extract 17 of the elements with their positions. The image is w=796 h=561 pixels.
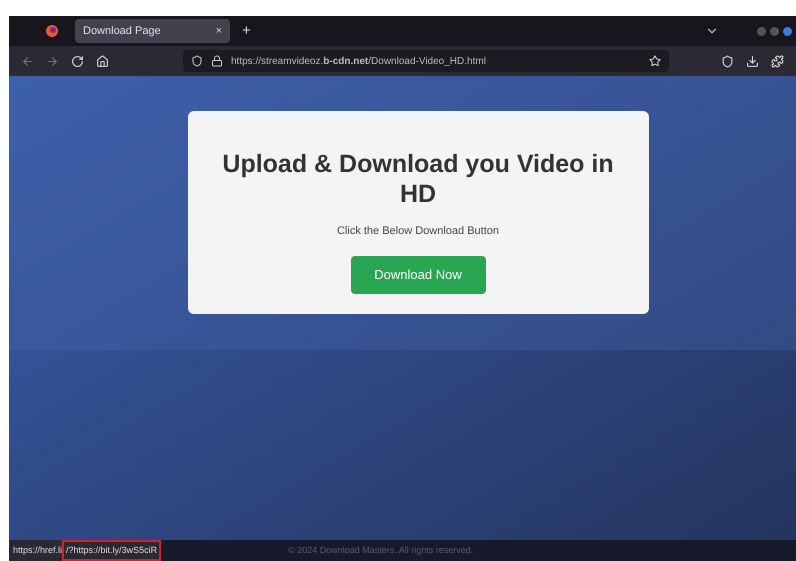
- bookmark-star-icon[interactable]: [649, 55, 661, 67]
- download-icon[interactable]: [746, 54, 759, 68]
- home-icon[interactable]: [96, 54, 109, 68]
- extensions-icon[interactable]: [771, 54, 784, 68]
- lock-icon[interactable]: [211, 55, 223, 67]
- close-icon[interactable]: ×: [216, 22, 222, 40]
- new-tab-button[interactable]: +: [242, 20, 251, 42]
- footer-text: © 2024 Download Masters. All rights reserved.: [288, 544, 474, 557]
- card-heading: Upload & Download you Video in HD: [221, 149, 615, 209]
- shield-icon[interactable]: [191, 55, 203, 67]
- back-icon[interactable]: [21, 54, 34, 68]
- card-subtitle: Click the Below Download Button: [336, 224, 500, 239]
- forward-icon[interactable]: [46, 54, 59, 68]
- address-bar[interactable]: https://streamvideoz.b-cdn.net/Download-Video_HD.html: [183, 50, 669, 72]
- browser-tab[interactable]: Download Page ×: [75, 19, 230, 43]
- browser-logo-icon: [45, 24, 59, 38]
- reload-icon[interactable]: [71, 54, 84, 68]
